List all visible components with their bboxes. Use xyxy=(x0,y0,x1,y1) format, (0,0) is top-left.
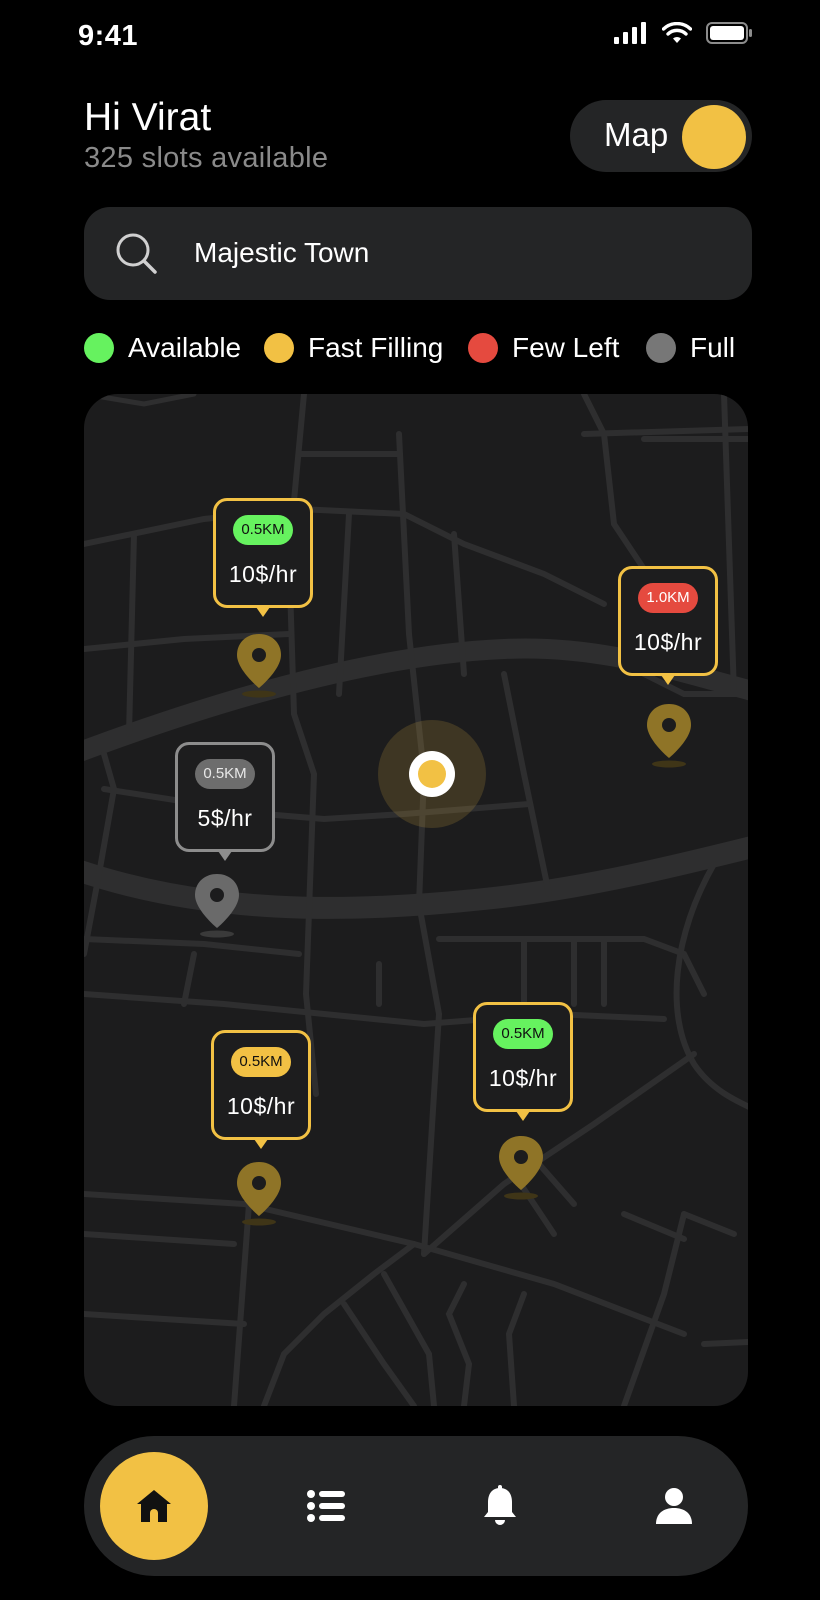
map-pin-icon[interactable] xyxy=(234,632,284,698)
price-label: 10$/hr xyxy=(226,1093,296,1119)
toggle-knob xyxy=(682,105,746,169)
map-toggle[interactable]: Map xyxy=(570,100,752,172)
bell-icon xyxy=(484,1485,516,1525)
map-roads xyxy=(84,394,748,1406)
nav-home-button[interactable] xyxy=(100,1452,208,1560)
status-time: 9:41 xyxy=(78,20,139,52)
list-icon xyxy=(307,1490,345,1522)
distance-badge: 0.5KM xyxy=(493,1019,553,1049)
legend-item-available: Available xyxy=(84,332,241,364)
map-toggle-label: Map xyxy=(604,116,669,153)
parking-callout-fast-filling[interactable]: 0.5KM 10$/hr xyxy=(211,1030,311,1149)
price-label: 10$/hr xyxy=(228,561,298,587)
price-label: 5$/hr xyxy=(197,805,253,831)
distance-badge: 0.5KM xyxy=(195,759,255,789)
current-location-marker xyxy=(378,720,486,828)
parking-map[interactable]: 0.5KM 10$/hr 1.0KM 10$/hr 0.5KM 5$/hr 0.… xyxy=(84,394,748,1406)
nav-list-button[interactable] xyxy=(300,1480,352,1532)
parking-callout-available[interactable]: 0.5KM 10$/hr xyxy=(473,1002,573,1121)
status-legend: Available Fast Filling Few Left Full xyxy=(84,332,784,364)
bottom-nav xyxy=(84,1436,748,1576)
legend-item-few-left: Few Left xyxy=(468,332,619,364)
price-label: 10$/hr xyxy=(488,1065,558,1091)
location-ring xyxy=(409,751,455,797)
location-dot xyxy=(418,760,446,788)
parking-callout-few-left[interactable]: 1.0KM 10$/hr xyxy=(618,566,718,685)
few-left-dot xyxy=(468,333,498,363)
parking-callout-available[interactable]: 0.5KM 10$/hr xyxy=(213,498,313,617)
slots-available-subtitle: 325 slots available xyxy=(84,142,329,174)
map-pin-icon[interactable] xyxy=(192,872,242,938)
price-label: 10$/hr xyxy=(633,629,703,655)
legend-label: Full xyxy=(690,332,736,363)
available-dot xyxy=(84,333,114,363)
search-input[interactable]: Majestic Town xyxy=(194,237,369,269)
legend-item-fast-filling: Fast Filling xyxy=(264,332,443,364)
nav-profile-button[interactable] xyxy=(648,1480,700,1532)
map-pin-icon[interactable] xyxy=(496,1134,546,1200)
parking-callout-full[interactable]: 0.5KM 5$/hr xyxy=(175,742,275,861)
map-pin-icon[interactable] xyxy=(234,1160,284,1226)
legend-label: Fast Filling xyxy=(308,332,444,363)
full-dot xyxy=(646,333,676,363)
profile-icon xyxy=(656,1488,692,1524)
legend-label: Few Left xyxy=(512,332,620,363)
greeting-title: Hi Virat xyxy=(84,96,212,139)
status-icons xyxy=(614,22,752,44)
distance-badge: 0.5KM xyxy=(231,1047,291,1077)
legend-label: Available xyxy=(128,332,242,363)
home-icon xyxy=(137,1490,171,1522)
distance-badge: 0.5KM xyxy=(233,515,293,545)
battery-icon xyxy=(706,22,752,44)
wifi-icon xyxy=(662,22,692,43)
signal-icon xyxy=(614,22,646,44)
status-bar: 9:41 xyxy=(0,0,820,72)
fast-filling-dot xyxy=(264,333,294,363)
search-icon xyxy=(116,233,157,274)
search-bar[interactable]: Majestic Town xyxy=(84,207,752,300)
nav-notifications-button[interactable] xyxy=(474,1480,526,1532)
map-pin-icon[interactable] xyxy=(644,702,694,768)
legend-item-full: Full xyxy=(646,332,735,364)
distance-badge: 1.0KM xyxy=(638,583,698,613)
